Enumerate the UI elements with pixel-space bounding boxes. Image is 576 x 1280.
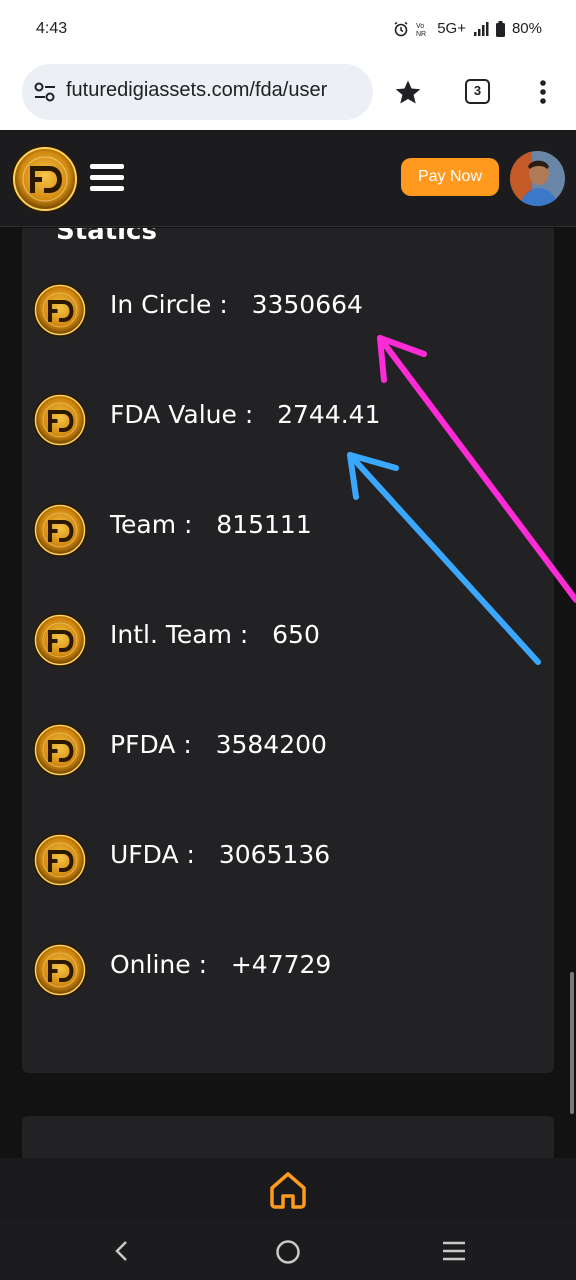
card-heading: Statics — [56, 228, 157, 246]
stat-row-online: Online : +47729 — [32, 940, 492, 1000]
back-icon[interactable] — [112, 1239, 132, 1263]
stat-row-ufda: UFDA : 3065136 — [32, 830, 492, 890]
status-time: 4:43 — [36, 20, 68, 37]
menu-toggle-icon[interactable] — [90, 164, 124, 192]
battery-level: 80% — [511, 20, 542, 37]
fda-logo[interactable] — [10, 144, 80, 214]
home-circle-icon[interactable] — [275, 1239, 301, 1265]
svg-text:Vo: Vo — [416, 23, 424, 30]
recents-icon[interactable] — [441, 1240, 467, 1262]
fda-coin-icon — [32, 832, 88, 888]
volte-icon: VoNR — [416, 23, 426, 37]
stat-text: Intl. Team : 650 — [110, 620, 320, 649]
site-header: Pay Now — [0, 130, 576, 227]
main-content: Statics In Circle : 3350664 FDA Value : … — [0, 228, 576, 1158]
address-bar[interactable]: futuredigiassets.com/fda/user — [22, 64, 373, 120]
stat-text: Team : 815111 — [110, 510, 312, 539]
home-icon[interactable] — [266, 1168, 310, 1212]
system-nav-bar — [0, 1222, 576, 1280]
bookmark-star-icon[interactable] — [394, 78, 422, 106]
stat-row-intl-team: Intl. Team : 650 — [32, 610, 492, 670]
stat-row-in-circle: In Circle : 3350664 — [32, 280, 492, 340]
stat-text: Online : +47729 — [110, 950, 332, 979]
pay-now-button[interactable]: Pay Now — [401, 158, 499, 196]
network-type: 5G+ — [437, 20, 466, 37]
alarm-icon — [394, 21, 408, 36]
stat-text: UFDA : 3065136 — [110, 840, 331, 869]
tab-switcher-icon[interactable]: 3 — [465, 79, 490, 104]
more-vert-icon[interactable] — [533, 78, 553, 106]
stat-text: In Circle : 3350664 — [110, 290, 363, 319]
fda-coin-icon — [32, 392, 88, 448]
stat-text: FDA Value : 2744.41 — [110, 400, 381, 429]
stat-text: PFDA : 3584200 — [110, 730, 327, 759]
fda-coin-icon — [32, 502, 88, 558]
next-card — [22, 1116, 554, 1158]
svg-text:NR: NR — [416, 31, 426, 37]
site-settings-icon[interactable] — [34, 82, 56, 102]
fda-coin-icon — [32, 612, 88, 668]
stat-row-fda-value: FDA Value : 2744.41 — [32, 390, 492, 450]
app-bottom-nav — [0, 1158, 576, 1222]
stat-row-team: Team : 815111 — [32, 500, 492, 560]
fda-coin-icon — [32, 282, 88, 338]
stat-row-pfda: PFDA : 3584200 — [32, 720, 492, 780]
signal-icon — [473, 21, 489, 36]
browser-toolbar: futuredigiassets.com/fda/user 3 — [0, 60, 576, 130]
url-text[interactable]: futuredigiassets.com/fda/user — [66, 79, 366, 102]
fda-coin-icon — [32, 722, 88, 778]
user-avatar[interactable] — [510, 151, 565, 206]
scrollbar-thumb[interactable] — [570, 972, 574, 1114]
status-icons: Vo NR 5G+ 80% — [393, 20, 542, 37]
status-bar: 4:43 Vo NR 5G+ 80% — [0, 0, 576, 60]
fda-coin-icon — [32, 942, 88, 998]
battery-icon — [495, 20, 505, 37]
